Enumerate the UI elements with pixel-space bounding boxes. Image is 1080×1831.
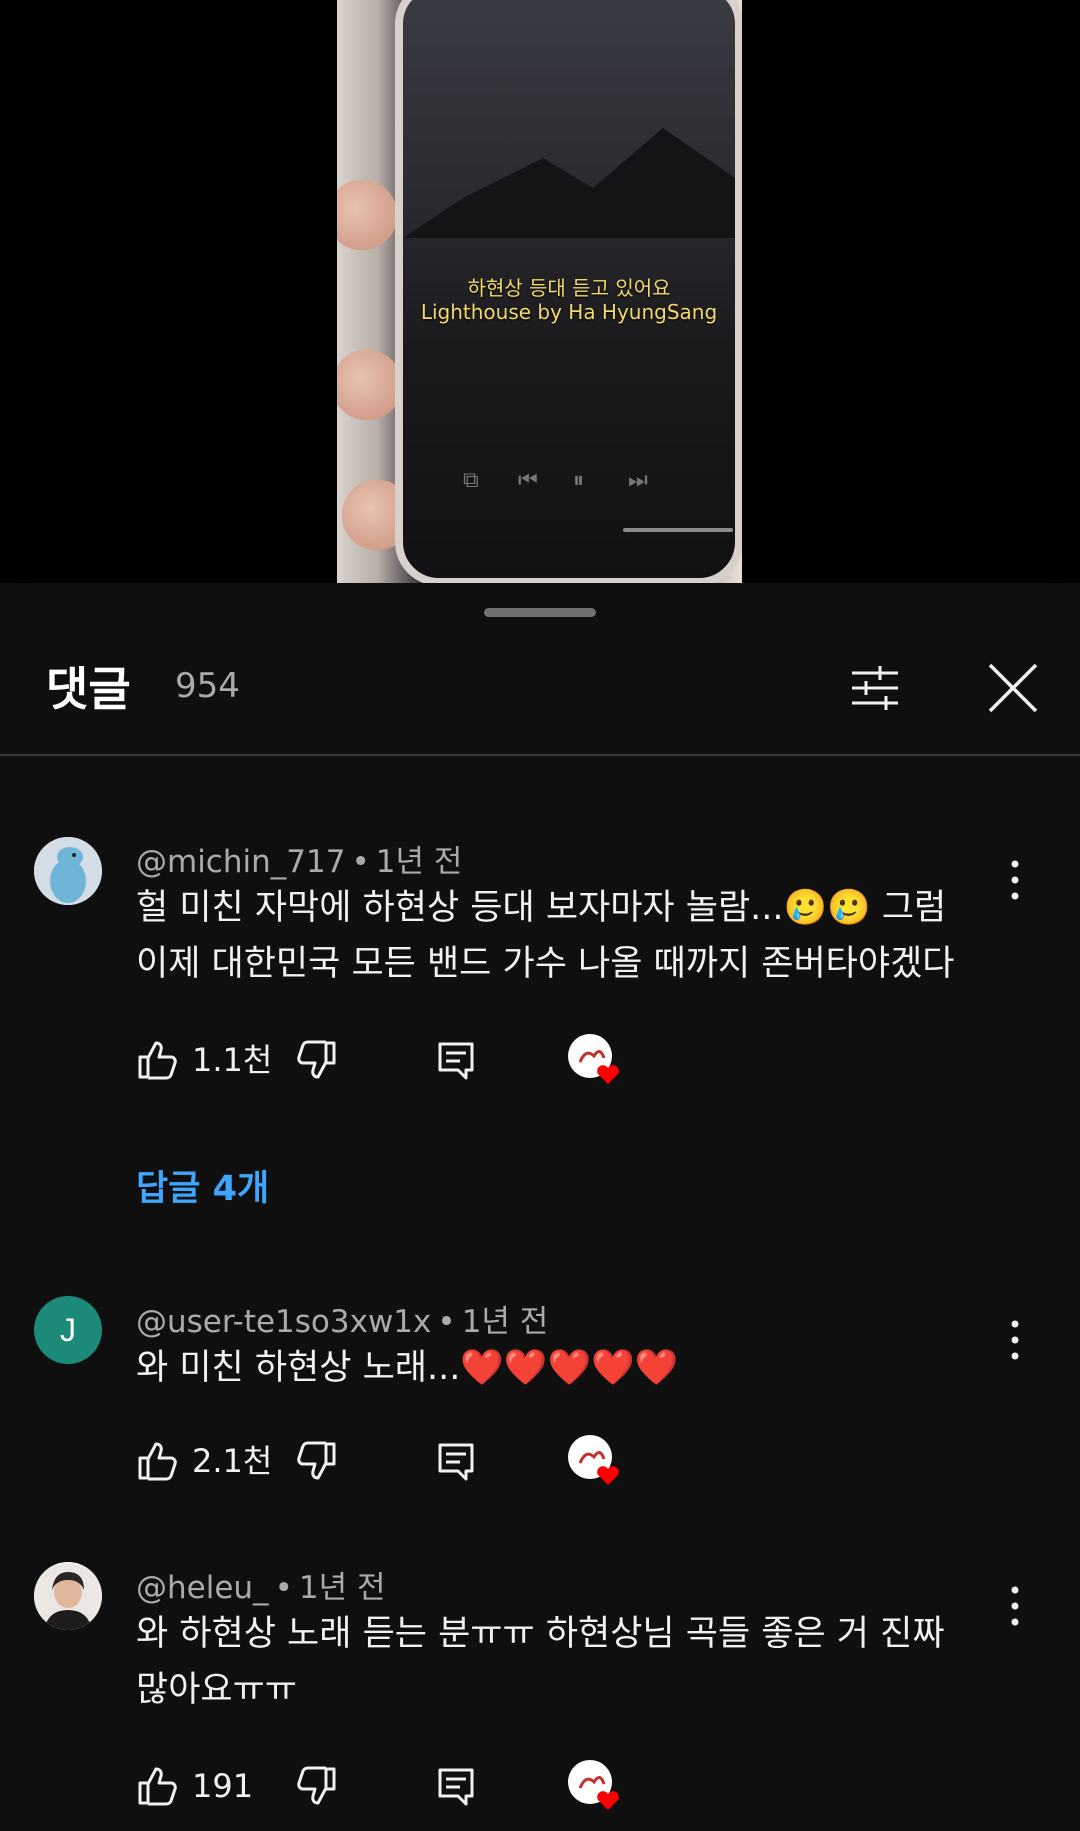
finger-image <box>337 350 402 420</box>
reply-icon[interactable] <box>434 1439 478 1483</box>
reply-icon[interactable] <box>434 1038 478 1082</box>
dislike-icon[interactable] <box>294 1764 338 1808</box>
next-icon: ⏭ <box>628 468 648 493</box>
comment-text-line: 헐 미친 자막에 하현상 등대 보자마자 놀람...🥲🥲 그럼 <box>136 888 947 928</box>
comments-count: 954 <box>175 666 240 706</box>
video-frame: 하현상 등대 듣고 있어요 Lighthouse by Ha HyungSang… <box>337 0 742 583</box>
like-count: 2.1천 <box>192 1442 273 1480</box>
comment-text-line: 와 하현상 노래 듣는 분ㅠㅠ 하현상님 곡들 좋은 거 진짜 <box>136 1614 945 1654</box>
more-options-icon[interactable] <box>1000 1576 1030 1636</box>
view-replies-button[interactable]: 답글 4개 <box>136 1160 269 1211</box>
comment-actions: 191 <box>136 1760 836 1824</box>
like-count: 1.1천 <box>192 1041 273 1079</box>
progress-bar <box>623 528 733 532</box>
comment-text-line: 이제 대한민국 모든 밴드 가수 나올 때까지 존버타야겠다 <box>136 944 955 984</box>
more-options-icon[interactable] <box>1000 850 1030 910</box>
comments-title: 댓글 <box>46 662 131 716</box>
repeat-icon: ⧉ <box>463 468 479 493</box>
close-icon[interactable] <box>978 653 1048 723</box>
comment-text: 와 하현상 노래 듣는 분ㅠㅠ 하현상님 곡들 좋은 거 진짜 많아요ㅠㅠ <box>136 1606 976 1718</box>
comment-text: 헐 미친 자막에 하현상 등대 보자마자 놀람...🥲🥲 그럼 이제 대한민국 … <box>136 880 976 992</box>
like-count: 191 <box>192 1767 254 1805</box>
comment-author[interactable]: @user-te1so3xw1x <box>136 1304 431 1340</box>
sort-filter-icon[interactable] <box>840 653 910 723</box>
comment-text-line: 와 미친 하현상 노래...❤️❤️❤️❤️❤️ <box>136 1348 679 1388</box>
dislike-icon[interactable] <box>294 1439 338 1483</box>
pause-icon: ⏸ <box>573 468 585 493</box>
dislike-icon[interactable] <box>294 1038 338 1082</box>
creator-heart-icon <box>568 1435 619 1485</box>
comment-actions: 1.1천 <box>136 1034 836 1098</box>
finger-image <box>337 180 397 250</box>
comment-author[interactable]: @michin_717 <box>136 844 345 880</box>
comment-author[interactable]: @heleu_ <box>136 1570 269 1606</box>
comment-actions: 2.1천 <box>136 1435 836 1499</box>
comment-time: 1년 전 <box>461 1304 549 1340</box>
mountain-silhouette <box>403 128 735 238</box>
dinosaur-avatar-icon <box>34 837 102 905</box>
avatar[interactable] <box>34 1562 102 1630</box>
creator-heart-icon <box>568 1034 619 1084</box>
comment-meta: @user-te1so3xw1x • 1년 전 <box>136 1304 549 1340</box>
avatar[interactable] <box>34 837 102 905</box>
comment-meta: @heleu_ • 1년 전 <box>136 1570 386 1606</box>
comment-time: 1년 전 <box>298 1570 386 1606</box>
avatar-letter: J <box>60 1312 76 1348</box>
reply-icon[interactable] <box>434 1764 478 1808</box>
creator-heart-icon <box>568 1760 619 1810</box>
previous-icon: ⏮ <box>518 468 538 493</box>
comment-text-line: 많아요ㅠㅠ <box>136 1670 298 1710</box>
comment-text: 와 미친 하현상 노래...❤️❤️❤️❤️❤️ <box>136 1340 976 1396</box>
video-caption-line1: 하현상 등대 듣고 있어요 <box>467 276 671 300</box>
more-options-icon[interactable] <box>1000 1310 1030 1370</box>
comment-time: 1년 전 <box>375 844 463 880</box>
header-divider <box>0 754 1080 756</box>
like-icon[interactable] <box>136 1764 180 1808</box>
video-caption-line2: Lighthouse by Ha HyungSang <box>420 300 718 324</box>
person-avatar-icon <box>34 1562 102 1630</box>
avatar[interactable]: J <box>34 1296 102 1364</box>
drag-handle[interactable] <box>484 608 596 617</box>
like-icon[interactable] <box>136 1038 180 1082</box>
comment-meta: @michin_717 • 1년 전 <box>136 844 463 880</box>
video-player[interactable]: 하현상 등대 듣고 있어요 Lighthouse by Ha HyungSang… <box>0 0 1080 583</box>
phone-screen-image: 하현상 등대 듣고 있어요 Lighthouse by Ha HyungSang… <box>395 0 742 583</box>
like-icon[interactable] <box>136 1439 180 1483</box>
